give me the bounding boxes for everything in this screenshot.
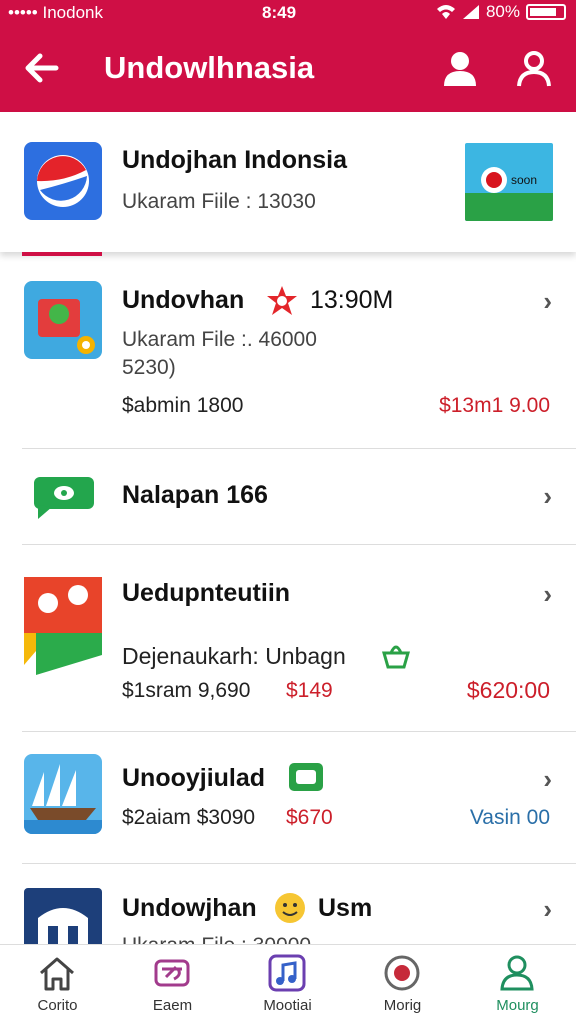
item-title-extra: Usm [318,894,373,922]
list-item[interactable]: Uedupnteutiin › Dejenaukarh: Unbagn $1sr… [0,545,576,730]
item-title: Undovhan [122,286,245,314]
chevron-right-icon[interactable]: › [543,764,552,795]
nav-label: Mootiai [263,997,312,1014]
chat-bubble-icon [34,477,94,519]
chevron-right-icon[interactable]: › [543,286,552,317]
item-title: Nalapan 166 [122,481,268,509]
status-bar: ••••• Inodonk 8:49 80% [0,0,576,26]
game-badge-icon [289,763,323,791]
page-title: Undowlhnasia [104,50,315,85]
item-subtitle: Ukaram File :. 46000 [122,328,317,351]
battery-icon [526,4,566,20]
app-bar: Undowlhnasia [0,26,576,112]
nav-movies[interactable]: Morig [345,945,460,1025]
smile-emoji-icon [275,893,305,923]
item-price: $13m1 9.00 [439,394,550,417]
item-subtitle: Ukaram File : 30000 [122,934,311,944]
bottom-nav: Corito Eaem Mootiai Morig Mourg [0,944,576,1025]
person-icon [500,955,534,991]
clock: 8:49 [262,3,297,22]
item-title: Unooyjiulad [122,764,266,792]
item-subtitle-2: 5230) [122,356,176,379]
nav-games[interactable]: Eaem [115,945,230,1025]
item-price: $620:00 [466,677,550,703]
nav-label: Morig [383,997,422,1014]
item-meta-price: $670 [286,806,333,829]
nav-music[interactable]: Mootiai [230,945,345,1025]
featured-app-icon [24,142,102,220]
chevron-right-icon[interactable]: › [543,481,552,512]
list-item[interactable]: Undovhan 13:90M › Ukaram File :. 46000 5… [0,256,576,448]
list-item[interactable]: Nalapan 166 › [0,449,576,544]
star-badge-icon [267,286,297,315]
featured-card[interactable]: Undojhan Indonsia Ukaram Fiile : 13030 s… [0,112,576,256]
featured-title: Undojhan Indonsia [122,146,347,174]
chevron-right-icon[interactable]: › [543,579,552,610]
item-title-extra: 13:90M [310,286,394,314]
record-icon [481,167,507,193]
signal-icon [462,5,479,19]
item-price: Vasin 00 [469,806,550,829]
nav-label: Mourg [496,997,539,1014]
profile-icon[interactable] [440,48,480,88]
ship-app-icon [24,754,102,834]
wifi-icon [436,5,455,19]
thumbnail-label: soon [511,173,538,187]
list-item[interactable]: Unooyjiulad › $2aiam $3090 $670 Vasin 00 [0,732,576,862]
item-meta: $1sram 9,690 [122,679,251,702]
nav-account[interactable]: Mourg [460,945,575,1025]
nav-home[interactable]: Corito [0,945,115,1025]
account-icon[interactable] [514,48,554,88]
home-icon [40,957,74,991]
nav-label: Corito [37,997,78,1014]
game-app-icon [24,281,102,359]
nav-label: Eaem [152,997,193,1014]
featured-subtitle: Ukaram Fiile : 13030 [122,190,316,213]
item-title: Undowjhan [122,894,257,922]
gamepad-icon [154,959,190,987]
featured-thumbnail[interactable]: soon [465,143,553,221]
carrier-label: ••••• Inodonk [8,3,103,22]
building-app-icon [24,888,102,944]
item-meta: $2aiam $3090 [122,806,256,829]
music-icon [268,954,306,992]
back-arrow-icon[interactable] [22,48,62,88]
item-title: Uedupnteutiin [122,579,291,607]
item-meta-price: $149 [286,679,333,702]
shopping-app-icon [24,577,102,675]
list-item[interactable]: Undowjhan Usm › Ukaram File : 30000 [0,864,576,944]
battery-percent: 80% [485,2,520,21]
item-meta: $abmin 1800 [122,394,244,417]
shopping-bag-icon [382,645,410,669]
chevron-right-icon[interactable]: › [543,894,552,925]
play-circle-icon [384,955,420,991]
item-subtitle: Dejenaukarh: Unbagn [122,643,346,669]
